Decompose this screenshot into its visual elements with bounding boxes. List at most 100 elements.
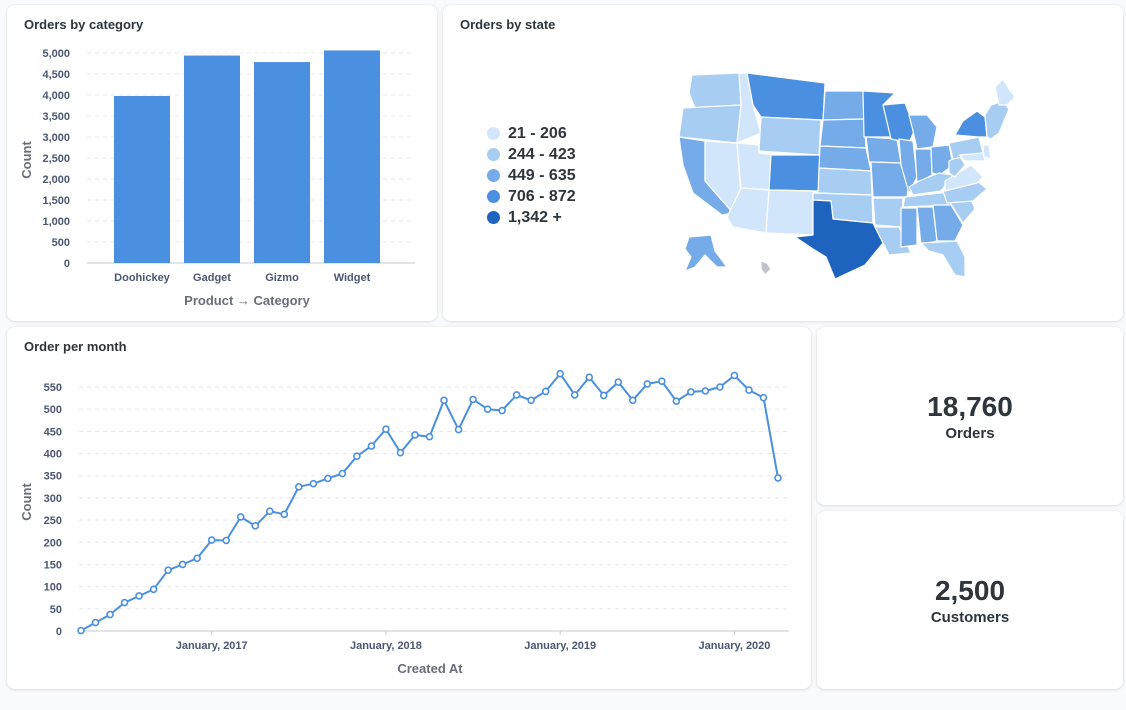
- data-point[interactable]: [440, 396, 448, 405]
- customers-label[interactable]: Customers: [817, 609, 1123, 626]
- state-nebraska[interactable]: [818, 145, 872, 172]
- data-point[interactable]: [222, 536, 231, 545]
- data-point[interactable]: [106, 610, 114, 619]
- y-tick-label: 0: [64, 258, 70, 270]
- state-alaska[interactable]: [684, 234, 728, 272]
- data-point[interactable]: [498, 406, 506, 415]
- data-point[interactable]: [353, 452, 361, 461]
- data-point[interactable]: [759, 393, 768, 402]
- y-tick-label: 4,000: [42, 90, 70, 102]
- orders-label[interactable]: Orders: [817, 425, 1123, 442]
- y-tick-label: 2,000: [42, 174, 70, 186]
- data-point[interactable]: [701, 387, 710, 395]
- y-tick-label: 50: [50, 604, 62, 616]
- state-wyoming[interactable]: [758, 116, 822, 156]
- data-point[interactable]: [716, 383, 724, 391]
- state-new-england[interactable]: [984, 100, 1010, 140]
- data-point[interactable]: [585, 373, 594, 382]
- data-point[interactable]: [280, 510, 289, 519]
- state-new-mexico[interactable]: [765, 189, 814, 236]
- bar[interactable]: [254, 62, 310, 264]
- data-point[interactable]: [135, 592, 143, 600]
- bar-chart: Count Product → Category 0 500 1,000 1,500 2…: [19, 48, 415, 308]
- orders-by-state-card[interactable]: Orders by state 21 - 206 244 - 423 449 -…: [443, 5, 1123, 321]
- data-point[interactable]: [483, 405, 492, 413]
- data-point[interactable]: [614, 378, 623, 386]
- state-kansas[interactable]: [817, 167, 873, 196]
- state-maine[interactable]: [994, 78, 1016, 106]
- data-point[interactable]: [512, 391, 521, 399]
- data-point[interactable]: [599, 391, 608, 400]
- data-point[interactable]: [469, 395, 477, 404]
- data-point[interactable]: [570, 391, 579, 399]
- data-point[interactable]: [338, 469, 347, 478]
- data-point[interactable]: [236, 513, 245, 521]
- data-point[interactable]: [382, 425, 390, 433]
- data-point[interactable]: [324, 474, 332, 483]
- us-state-map[interactable]: [443, 5, 1123, 321]
- state-oregon[interactable]: [678, 104, 742, 144]
- y-tick-label: 250: [44, 515, 62, 527]
- data-point[interactable]: [193, 554, 201, 563]
- data-point[interactable]: [541, 387, 550, 396]
- y-tick-label: 500: [44, 404, 62, 416]
- data-point[interactable]: [411, 431, 419, 439]
- data-point[interactable]: [149, 585, 158, 594]
- data-point[interactable]: [730, 371, 739, 380]
- state-hawaii[interactable]: [760, 260, 772, 276]
- data-point[interactable]: [120, 598, 129, 607]
- y-tick-label: 300: [44, 493, 62, 505]
- state-mississippi[interactable]: [900, 207, 918, 248]
- y-tick-label: 450: [44, 426, 62, 438]
- data-point[interactable]: [628, 396, 637, 405]
- data-point[interactable]: [164, 566, 172, 575]
- state-new-york[interactable]: [954, 110, 988, 138]
- data-point[interactable]: [658, 377, 666, 386]
- bar[interactable]: [324, 50, 380, 263]
- orders-scalar-card[interactable]: 18,760 Orders: [817, 327, 1123, 505]
- state-arkansas[interactable]: [872, 197, 904, 228]
- customers-scalar-card[interactable]: 2,500 Customers: [817, 511, 1123, 689]
- data-point[interactable]: [527, 396, 535, 405]
- data-point[interactable]: [178, 560, 187, 569]
- orders-by-category-card[interactable]: Orders by category Count Product → Categ…: [7, 5, 437, 321]
- data-point[interactable]: [425, 432, 434, 441]
- y-tick-label: 3,500: [42, 111, 70, 123]
- x-tick-label: Gadget: [193, 272, 231, 284]
- data-point[interactable]: [251, 522, 260, 530]
- state-colorado[interactable]: [768, 154, 822, 192]
- data-point[interactable]: [556, 369, 564, 378]
- data-point[interactable]: [643, 380, 652, 388]
- customers-value: 2,500: [934, 575, 1006, 606]
- data-point[interactable]: [745, 386, 753, 394]
- data-point[interactable]: [367, 442, 376, 450]
- data-point[interactable]: [687, 388, 695, 396]
- y-tick-label: 0: [56, 626, 62, 638]
- y-axis-label: Count: [19, 483, 34, 521]
- data-point[interactable]: [454, 425, 463, 434]
- data-point[interactable]: [774, 474, 782, 482]
- order-per-month-card[interactable]: Order per month Count Created At 0 50 100 1…: [7, 327, 811, 689]
- data-point[interactable]: [265, 507, 274, 516]
- state-montana[interactable]: [746, 72, 826, 121]
- x-axis-label: Product → Category: [184, 293, 310, 308]
- state-iowa[interactable]: [865, 136, 902, 164]
- x-tick-label: January, 2017: [176, 640, 248, 652]
- data-point[interactable]: [91, 618, 100, 627]
- data-point[interactable]: [295, 483, 303, 491]
- data-point[interactable]: [309, 479, 318, 488]
- state-washington[interactable]: [688, 72, 742, 109]
- data-point[interactable]: [77, 626, 85, 635]
- data-point[interactable]: [672, 397, 681, 405]
- state-north-dakota[interactable]: [822, 90, 865, 121]
- data-point[interactable]: [207, 536, 216, 544]
- y-tick-label: 400: [44, 449, 62, 461]
- state-florida[interactable]: [920, 240, 966, 278]
- data-point[interactable]: [396, 448, 405, 457]
- bar[interactable]: [114, 96, 170, 264]
- y-tick-label: 100: [44, 582, 62, 594]
- state-maryland[interactable]: [958, 152, 986, 162]
- bar[interactable]: [184, 55, 240, 264]
- y-tick-label: 1,500: [42, 195, 70, 207]
- state-south-dakota[interactable]: [819, 118, 867, 149]
